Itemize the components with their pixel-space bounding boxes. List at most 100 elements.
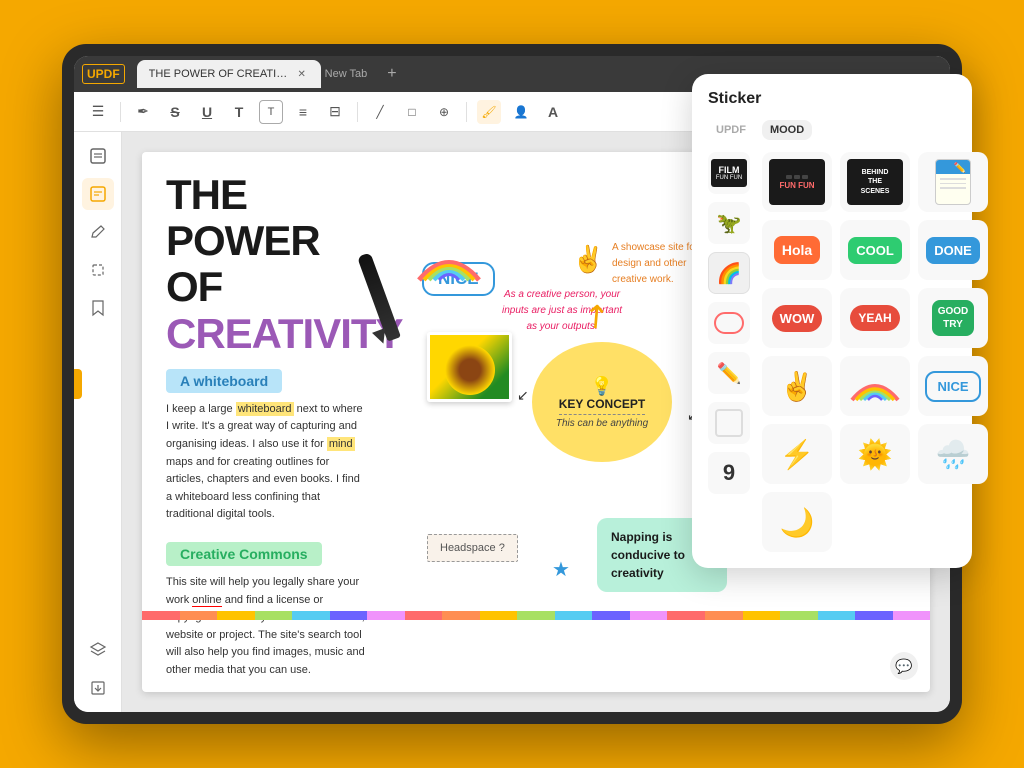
sticker-item-behind[interactable]: BEHINDTHESCENES: [840, 152, 910, 212]
toolbar-sep-3: [466, 102, 467, 122]
sticker-rainbow-svg: [850, 368, 900, 404]
color-seg-4: [255, 611, 293, 620]
sidebar-save-icon[interactable]: [82, 672, 114, 704]
sticker-item-wow[interactable]: WOW: [762, 288, 832, 348]
sticker-cat-speech-preview: [714, 312, 744, 334]
sticker-peace-emoji: ✌️: [780, 370, 815, 403]
sticker-item-nice[interactable]: NICE: [918, 356, 988, 416]
sticker-cat-shape[interactable]: [708, 402, 750, 444]
sticker-categories: FILM FUN FUN 🦖 🌈 ✏️: [708, 152, 754, 552]
doc-title-line2: CREATIVITY: [166, 311, 376, 357]
active-tab[interactable]: THE POWER OF CREATIVITY ✕: [137, 60, 321, 88]
toolbar-underline-icon[interactable]: U: [195, 100, 219, 124]
toolbar-align-icon[interactable]: ≡: [291, 100, 315, 124]
doc-title-line1: THE POWER OF: [166, 172, 376, 311]
sidebar-edit-icon[interactable]: [82, 178, 114, 210]
sidebar-bookmark-icon[interactable]: [82, 292, 114, 324]
sticker-item-rainbow[interactable]: [840, 356, 910, 416]
color-seg-8: [405, 611, 443, 620]
sticker-item-sun[interactable]: 🌞: [840, 424, 910, 484]
sticker-cool-label: COOL: [848, 237, 902, 264]
tablet-frame: UPDF THE POWER OF CREATIVITY ✕ New Tab +…: [62, 44, 962, 724]
key-concept-title: KEY CONCEPT: [559, 397, 645, 415]
sticker-film-fun-label: FUN FUN: [779, 181, 814, 190]
toolbar-sticker-icon[interactable]: 🖌: [477, 100, 501, 124]
film-hole-2: [794, 175, 800, 179]
section1-heading: A whiteboard: [166, 369, 282, 393]
sticker-tab-updf[interactable]: UPDF: [708, 120, 754, 140]
color-seg-20: [855, 611, 893, 620]
sticker-item-goodtry[interactable]: GOODTRY: [918, 288, 988, 348]
toolbar-rect-icon[interactable]: □: [400, 100, 424, 124]
toolbar-menu-icon[interactable]: ☰: [86, 100, 110, 124]
toolbar-text3-icon[interactable]: A: [541, 100, 565, 124]
sticker-cat-pencil-icon: ✏️: [717, 361, 742, 386]
toolbar-pen-icon[interactable]: ✒: [131, 100, 155, 124]
mind-map-highlight: mind: [327, 437, 355, 451]
sticker-item-lightning[interactable]: ⚡: [762, 424, 832, 484]
toolbar-list-icon[interactable]: ⊟: [323, 100, 347, 124]
new-tab-label: New Tab: [325, 68, 368, 80]
sidebar-annotation-icon[interactable]: [82, 216, 114, 248]
toolbar-sep-1: [120, 102, 121, 122]
sticker-moon-emoji: 🌙: [780, 506, 815, 539]
sticker-item-hola[interactable]: Hola: [762, 220, 832, 280]
chat-icon[interactable]: 💬: [890, 652, 918, 680]
sticker-item-cool[interactable]: COOL: [840, 220, 910, 280]
new-tab-button[interactable]: +: [379, 65, 404, 83]
sticker-sun-emoji: 🌞: [858, 438, 893, 471]
sticker-cat-dino[interactable]: 🦖: [708, 202, 750, 244]
sticker-tab-mood[interactable]: MOOD: [762, 120, 812, 140]
color-seg-9: [442, 611, 480, 620]
color-seg-1: [142, 611, 180, 620]
sticker-item-peace[interactable]: ✌️: [762, 356, 832, 416]
sticker-wow-label: WOW: [772, 305, 823, 332]
sticker-cat-rainbow[interactable]: 🌈: [708, 252, 750, 294]
sticker-cat-speech[interactable]: [708, 302, 750, 344]
showcase-text: A showcase site fordesign and othercreat…: [612, 240, 698, 288]
section2-text: This site will help you legally share yo…: [166, 574, 366, 680]
sticker-cat-pencil[interactable]: ✏️: [708, 352, 750, 394]
sticker-cat-shape-preview: [715, 409, 743, 437]
online-underline: online: [192, 594, 221, 607]
section1-text: I keep a large whiteboard next to where …: [166, 401, 366, 524]
sidebar-pages-icon[interactable]: [82, 140, 114, 172]
toolbar-user-icon[interactable]: 👤: [509, 100, 533, 124]
sticker-item-moon[interactable]: 🌙: [762, 492, 832, 552]
notebook-line-1: [940, 178, 966, 180]
sidebar-crop-icon[interactable]: [82, 254, 114, 286]
film-hole-3: [802, 175, 808, 179]
color-seg-6: [330, 611, 368, 620]
color-seg-18: [780, 611, 818, 620]
color-seg-17: [743, 611, 781, 620]
sticker-item-rain[interactable]: 🌧️: [918, 424, 988, 484]
sticker-yeah-label: YEAH: [850, 305, 899, 331]
sticker-film-content: FUN FUN: [769, 159, 825, 205]
toolbar-shape-icon[interactable]: ⊕: [432, 100, 456, 124]
rainbow-svg: [414, 240, 484, 285]
app-logo: UPDF: [82, 64, 125, 84]
color-seg-12: [555, 611, 593, 620]
toolbar-line-icon[interactable]: ╱: [368, 100, 392, 124]
sticker-item-film[interactable]: FUN FUN: [762, 152, 832, 212]
sidebar-layers-icon[interactable]: [82, 634, 114, 666]
sticker-cat-number[interactable]: 9: [708, 452, 750, 494]
sticker-item-notebook[interactable]: ✏️: [918, 152, 988, 212]
toolbar-text-icon[interactable]: T: [227, 100, 251, 124]
sticker-item-done[interactable]: DONE: [918, 220, 988, 280]
key-concept-bubble: 💡 KEY CONCEPT This can be anything: [532, 342, 672, 462]
color-seg-2: [180, 611, 218, 620]
tab-close-icon[interactable]: ✕: [295, 67, 309, 81]
key-concept-sub: This can be anything: [556, 418, 648, 429]
sticker-cat-number-icon: 9: [723, 460, 735, 486]
sticker-items-grid: FUN FUN BEHINDTHESCENES ✏️: [762, 152, 988, 552]
sticker-item-yeah[interactable]: YEAH: [840, 288, 910, 348]
color-bar: [142, 611, 930, 620]
sticker-cat-film[interactable]: FILM FUN FUN: [708, 152, 750, 194]
sticker-cat-film-preview: FILM FUN FUN: [711, 159, 747, 187]
toolbar-text2-icon[interactable]: T: [259, 100, 283, 124]
toolbar-strikethrough-icon[interactable]: S: [163, 100, 187, 124]
sticker-cat-rainbow-icon: 🌈: [717, 261, 742, 286]
film-hole-1: [786, 175, 792, 179]
key-concept-bulb: 💡: [591, 376, 613, 397]
